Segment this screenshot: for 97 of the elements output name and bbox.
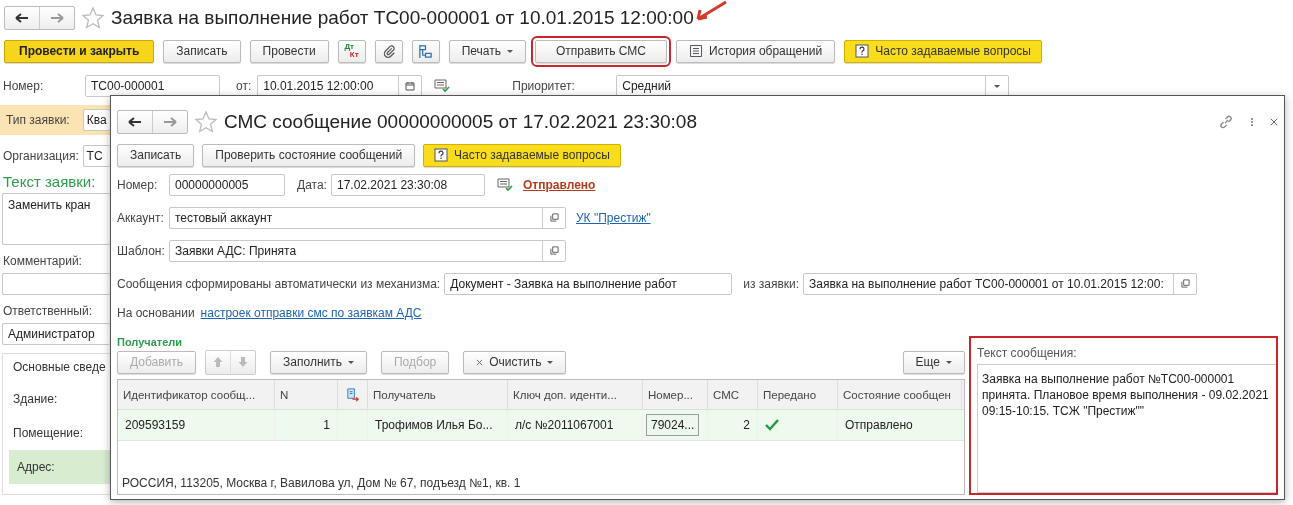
structure-button[interactable] (411, 39, 440, 63)
faq-button[interactable]: Часто задаваемые вопросы (844, 39, 1042, 63)
column-header[interactable]: Ключ доп. иденти... (508, 380, 643, 409)
priority-label: Приоритет: (512, 79, 576, 93)
faq-button[interactable]: Часто задаваемые вопросы (423, 143, 621, 167)
date-field[interactable]: 17.02.2021 23:30:08 (331, 173, 485, 196)
table-cell: Трофимов Илья Бо... (368, 410, 508, 440)
organization-label: Организация: (3, 149, 80, 163)
building-label: Здание: (12, 391, 59, 408)
table-cell: 1 (275, 410, 338, 440)
address-label: Адрес: (9, 450, 110, 484)
toolbar-button[interactable]: Проверить состояние сообщений (202, 143, 416, 167)
comment-label: Комментарий: (3, 254, 83, 268)
recipients-title: Получатели (117, 336, 184, 348)
number-field[interactable]: 00000000005 (169, 173, 285, 196)
settings-link[interactable]: настроек отправки смс по заявкам АДС (200, 306, 422, 320)
caret-icon (994, 84, 1001, 88)
open-icon[interactable] (1180, 279, 1190, 288)
window-title: СМС сообщение 00000000005 от 17.02.2021 23:30:08 (224, 111, 697, 133)
account-field[interactable]: тестовый аккаунт (169, 206, 566, 229)
navigation-buttons[interactable] (4, 6, 75, 30)
window-title: Заявка на выполнение работ ТС00-000001 от 10.01.2015 12:00:00 (111, 7, 694, 29)
message-text-area[interactable]: Заявка на выполнение работ №ТС00-000001 принята. Плановое время выполнения - 09.02.2021 09:15-10:15. ТСЖ "Престиж"" (977, 364, 1276, 493)
responsible-label: Ответственный: (3, 304, 94, 318)
date-label: Дата: (297, 177, 328, 192)
caret-icon (507, 49, 513, 53)
request-text-area[interactable]: Заменить кран (2, 193, 110, 245)
column-header[interactable]: Передано (758, 380, 838, 409)
request-text-heading: Текст заявки: (3, 173, 97, 190)
number-label: Номер: (3, 79, 45, 93)
request-type-field[interactable]: Ква (82, 109, 110, 131)
column-header[interactable]: Получатель (368, 380, 508, 409)
note-check-icon[interactable] (434, 79, 451, 93)
open-icon[interactable] (549, 246, 559, 255)
more-icon[interactable] (1248, 117, 1256, 127)
print-dropdown-button[interactable]: Печать (448, 39, 526, 63)
responsible-field[interactable]: Администратор (2, 323, 110, 345)
toolbar-button[interactable]: Записать (117, 143, 195, 167)
list-icon (689, 44, 704, 58)
basis-label: На основании (117, 306, 195, 320)
star-icon[interactable] (194, 110, 218, 134)
organization-field[interactable]: ТС (82, 145, 110, 167)
table-cell[interactable]: 79024... (646, 414, 700, 436)
status-link[interactable]: Отправлено (523, 177, 596, 192)
cross-icon (476, 358, 484, 366)
request-type-label: Тип заявки: (6, 113, 71, 127)
table-cell: 209593159 (118, 410, 275, 440)
request-field[interactable]: Заявка на выполнение работ ТС00-000001 от 10.01.2015 12:00: (803, 272, 1198, 295)
room-label: Помещение: (12, 425, 84, 442)
link-icon[interactable] (1218, 114, 1234, 130)
table-cell: Отправлено (838, 410, 962, 440)
number-label: Номер: (117, 177, 159, 192)
help-icon (434, 148, 449, 162)
caret-icon (946, 360, 952, 364)
account-label: Аккаунт: (117, 210, 165, 225)
organization-link[interactable]: УК "Престиж" (576, 210, 651, 225)
paperclip-icon (381, 44, 396, 58)
caret-icon (547, 360, 554, 364)
message-label: Текст сообщения: (977, 345, 1078, 362)
address-text: РОССИЯ, 113205, Москва г, Вавилова ул, Дом № 67, подъезд №1, кв. 1 (121, 476, 522, 492)
priority-select[interactable]: Средний (616, 75, 1010, 97)
more-button[interactable]: Еще (902, 350, 965, 374)
post-and-close-button[interactable]: Провести и закрыть (4, 39, 155, 63)
document-arrow-icon[interactable] (345, 387, 360, 402)
column-header[interactable]: Номер... (643, 380, 708, 409)
template-label: Шаблон: (117, 243, 166, 258)
column-header[interactable]: Состояние сообщен (838, 380, 962, 409)
table-row[interactable]: 209593159 1 Трофимов Илья Бо... л/с №2011067001 79024... 2 Отправлено (118, 410, 964, 441)
table-cell: 2 (708, 410, 758, 440)
date-field[interactable]: 10.01.2015 12:00:00 (257, 75, 423, 97)
date-label: от: (236, 79, 252, 93)
column-header[interactable]: СМС (708, 380, 758, 409)
request-label: из заявки: (743, 276, 800, 291)
comment-field[interactable] (2, 273, 110, 295)
star-icon[interactable] (81, 6, 105, 30)
hierarchy-icon (418, 43, 434, 59)
source-field[interactable]: Документ - Заявка на выполнение работ (444, 272, 733, 295)
table-cell: л/с №2011067001 (508, 410, 643, 440)
help-icon (855, 44, 870, 58)
debit-credit-button[interactable]: Дт Кт (337, 39, 366, 63)
template-field[interactable]: Заявки АДС: Принята (169, 239, 566, 262)
open-icon[interactable] (549, 213, 559, 222)
group-title: Основные сведе (12, 359, 107, 376)
source-label: Сообщения сформированы автоматически из механизма: (117, 276, 441, 291)
number-field[interactable]: ТС00-000001 (85, 75, 220, 97)
close-icon[interactable] (1270, 117, 1278, 127)
attachment-button[interactable] (374, 39, 403, 63)
navigation-buttons[interactable] (117, 110, 188, 134)
clear-dropdown-button[interactable]: Очистить (463, 350, 567, 374)
fill-dropdown-button[interactable]: Заполнить (270, 350, 367, 374)
note-check-icon[interactable] (497, 177, 513, 192)
toolbar-button[interactable]: Записать (163, 39, 241, 63)
column-header[interactable]: N (275, 380, 338, 409)
toolbar-button[interactable]: Провести (249, 39, 329, 63)
column-header[interactable]: Идентификатор сообщ... (118, 380, 275, 409)
caret-icon (347, 360, 354, 364)
history-button[interactable]: История обращений (676, 39, 836, 63)
